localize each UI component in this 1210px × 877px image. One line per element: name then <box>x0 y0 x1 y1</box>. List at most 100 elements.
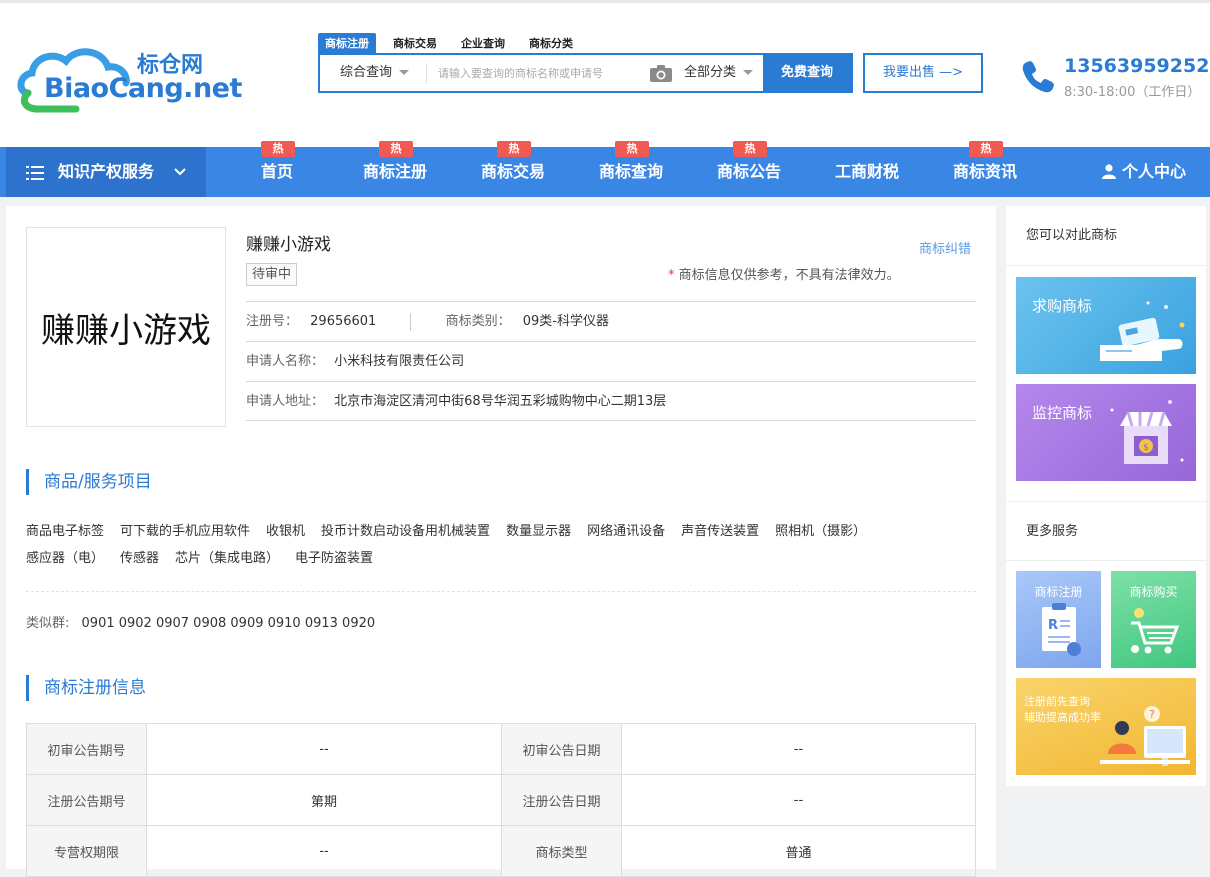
nav-item-trademark-trade[interactable]: 热商标交易 <box>474 141 552 197</box>
class-value: 09类-科学仪器 <box>522 314 609 329</box>
buy-service-label: 商标购买 <box>1129 585 1178 599</box>
reg-no-label: 注册号： <box>246 314 299 329</box>
monitor-trademark-card[interactable]: 监控商标 $ <box>1016 384 1196 481</box>
buy-trademark-card[interactable]: 求购商标 <box>1016 277 1196 374</box>
info-disclaimer: * 商标信息仅供参考，不具有法律效力。 <box>668 264 900 283</box>
more-services-heading: 更多服务 <box>1006 501 1206 561</box>
search-divider <box>426 63 427 83</box>
nav-item-home[interactable]: 热首页 <box>244 141 310 197</box>
search-tabs: 商标注册 商标交易 企业查询 商标分类 <box>318 33 590 55</box>
nav-item-trademark-news[interactable]: 热商标资讯 <box>946 141 1024 197</box>
goods-item: 传感器 <box>120 551 160 566</box>
trademark-detail-panel: 赚赚小游戏 赚赚小游戏 待审中 商标纠错 * 商标信息仅供参考，不具有法律效力。… <box>6 206 996 877</box>
sidebar-heading: 您可以对此商标 <box>1006 206 1206 266</box>
search-category-value: 全部分类 <box>684 65 737 80</box>
applicant-value: 小米科技有限责任公司 <box>334 354 465 369</box>
hot-badge: 热 <box>497 141 531 157</box>
register-service-tile[interactable]: 商标注册 R <box>1016 571 1101 668</box>
site-logo[interactable]: 标仓网 BiaoCang.net <box>16 43 242 113</box>
similar-groups: 类似群: 0901 0902 0907 0908 0909 0910 0913 … <box>26 612 375 631</box>
search-type-select[interactable]: 综合查询 <box>320 55 426 91</box>
search-input[interactable] <box>438 63 638 83</box>
svg-text:R: R <box>1048 618 1058 633</box>
nav-item-label: 商标查询 <box>598 162 663 181</box>
main-navigation: 知识产权服务 热首页 热商标注册 热商标交易 热商标查询 热商标公告 工商财税 … <box>0 141 1210 197</box>
nav-item-label: 首页 <box>260 162 293 181</box>
user-center-link[interactable]: 个人中心 <box>1102 147 1186 197</box>
search-tab-trade[interactable]: 商标交易 <box>386 33 444 55</box>
logo-english-name: BiaoCang.net <box>44 73 242 104</box>
goods-item: 商品电子标签 <box>26 524 105 539</box>
hot-badge: 热 <box>733 141 767 157</box>
pre-register-search-promo[interactable]: 注册前先查询 辅助提高成功率 ? <box>1016 678 1196 775</box>
caret-down-icon <box>399 70 410 75</box>
hot-badge: 热 <box>615 141 649 157</box>
store-monitor-icon: $ <box>1110 400 1184 464</box>
applicant-row: 申请人名称： 小米科技有限责任公司 <box>246 341 976 381</box>
goods-item: 收银机 <box>266 524 306 539</box>
ip-services-label: 知识产权服务 <box>58 162 155 181</box>
site-header: 标仓网 BiaoCang.net 商标注册 商标交易 企业查询 商标分类 综合查… <box>0 3 1210 147</box>
nav-item-label: 商标资讯 <box>952 162 1017 181</box>
caret-down-icon <box>743 70 754 75</box>
ip-services-menu[interactable]: 知识产权服务 <box>6 147 206 197</box>
goods-item: 声音传送装置 <box>681 524 760 539</box>
camera-icon[interactable] <box>650 65 672 82</box>
applicant-label: 申请人名称： <box>246 354 325 369</box>
search-box: 综合查询 全部分类 免费查询 <box>318 53 853 93</box>
nav-item-trademark-announcement[interactable]: 热商标公告 <box>710 141 788 197</box>
goods-item: 芯片（集成电路） <box>175 551 280 566</box>
search-tab-company[interactable]: 企业查询 <box>454 33 512 55</box>
promo-line-2: 辅助提高成功率 <box>1024 711 1101 724</box>
search-category-select[interactable]: 全部分类 <box>684 55 754 91</box>
hot-badge: 热 <box>379 141 413 157</box>
search-button[interactable]: 免费查询 <box>763 55 851 91</box>
address-row: 申请人地址： 北京市海淀区清河中街68号华润五彩城购物中心二期13层 <box>246 381 976 421</box>
shopping-cart-icon <box>1131 608 1180 654</box>
nav-item-trademark-search[interactable]: 热商标查询 <box>592 141 670 197</box>
search-tab-register[interactable]: 商标注册 <box>318 33 376 55</box>
trademark-image-text: 赚赚小游戏 <box>41 310 211 351</box>
goods-section-title: 商品/服务项目 <box>26 469 152 495</box>
sell-trademark-button[interactable]: 我要出售 —> <box>863 53 983 93</box>
nav-item-trademark-register[interactable]: 热商标注册 <box>356 141 434 197</box>
card-payment-icon <box>1100 301 1185 361</box>
svg-text:?: ? <box>1149 708 1155 721</box>
status-badge: 待审中 <box>246 263 298 286</box>
search-tab-classification[interactable]: 商标分类 <box>522 33 580 55</box>
hot-badge: 热 <box>261 141 295 157</box>
table-cell: 第期 <box>146 774 502 826</box>
trademark-image: 赚赚小游戏 <box>26 227 226 427</box>
sidebar: 您可以对此商标 求购商标 监控商标 $ 更多服务 商标注册 R 商标购买 注册前… <box>1006 206 1206 786</box>
nav-item-label: 商标公告 <box>716 162 781 181</box>
nav-item-label: 工商财税 <box>834 162 899 181</box>
table-cell: -- <box>621 774 976 826</box>
contact-hours: 8:30-18:00（工作日） <box>1064 85 1201 100</box>
table-header-cell: 初审公告日期 <box>501 723 622 775</box>
chevron-down-icon <box>174 168 186 176</box>
table-row: 初审公告期号 -- 初审公告日期 -- <box>26 723 976 775</box>
reg-class-row: 注册号： 29656601 商标类别： 09类-科学仪器 <box>246 301 976 341</box>
table-cell: -- <box>146 723 502 775</box>
class-label: 商标类别： <box>445 314 511 329</box>
trademark-name: 赚赚小游戏 <box>246 235 331 255</box>
goods-item: 感应器（电） <box>26 551 105 566</box>
registration-document-icon: R <box>1042 603 1081 656</box>
goods-item: 照相机（摄影） <box>775 524 867 539</box>
goods-item: 投币计数启动设备用机械装置 <box>321 524 491 539</box>
monitor-trademark-label: 监控商标 <box>1032 404 1093 422</box>
trademark-correction-link[interactable]: 商标纠错 <box>919 238 971 257</box>
user-icon <box>1102 164 1116 179</box>
table-cell: -- <box>621 723 976 775</box>
goods-item: 数量显示器 <box>506 524 572 539</box>
customer-service-agent-icon: ? <box>1100 706 1190 766</box>
phone-icon <box>1022 61 1054 93</box>
list-menu-icon <box>26 166 44 180</box>
register-service-label: 商标注册 <box>1034 585 1083 599</box>
goods-list: 商品电子标签 可下载的手机应用软件 收银机 投币计数启动设备用机械装置 数量显示器 网络通… <box>26 518 966 572</box>
buy-service-tile[interactable]: 商标购买 <box>1111 571 1196 668</box>
promo-line-1: 注册前先查询 <box>1024 695 1090 708</box>
nav-item-business-tax[interactable]: 工商财税 <box>828 147 906 197</box>
goods-item: 可下载的手机应用软件 <box>120 524 251 539</box>
reg-no-value: 29656601 <box>310 314 377 329</box>
